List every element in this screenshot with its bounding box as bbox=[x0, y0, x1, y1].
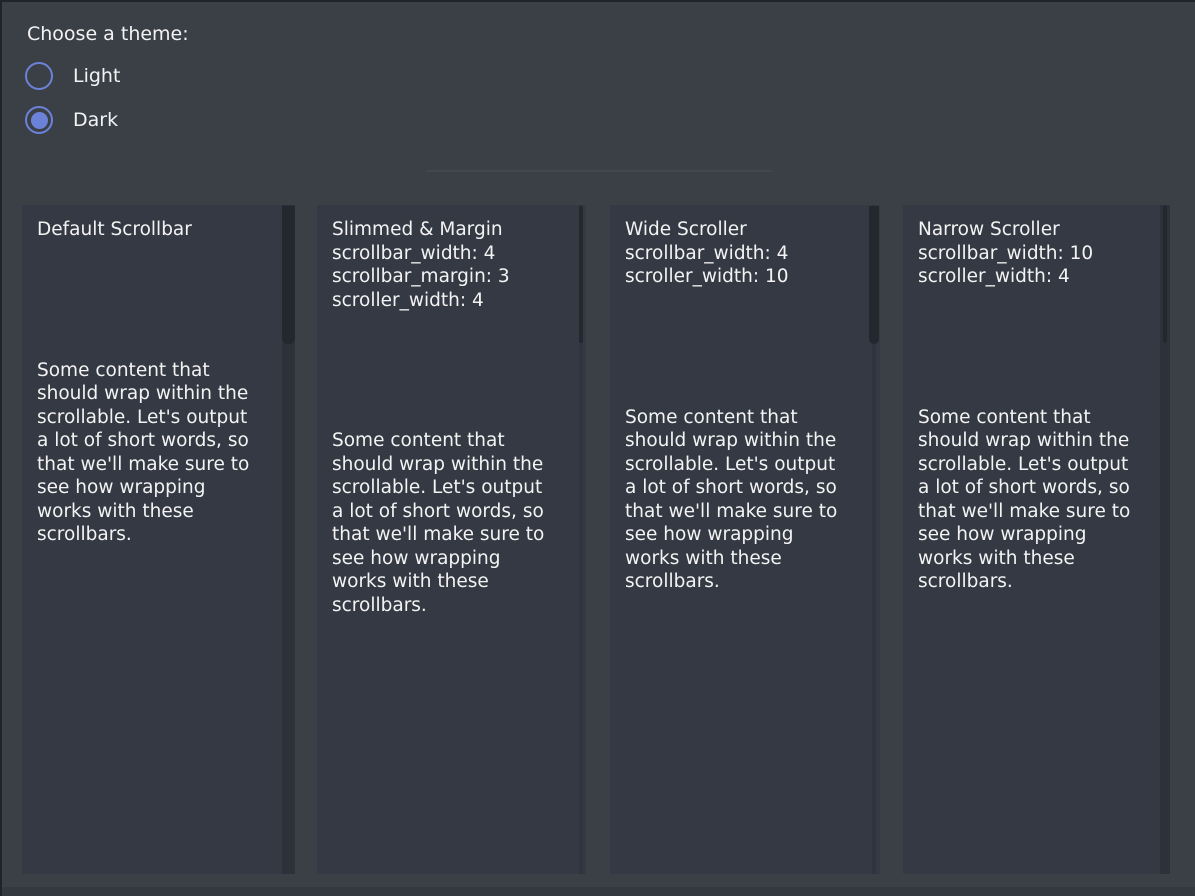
scrollable-panel-wide-scroller[interactable]: Wide Scroller scrollbar_width: 4 scrolle… bbox=[610, 205, 880, 874]
scrollbar-thumb[interactable] bbox=[579, 206, 583, 343]
panel-spacer bbox=[625, 289, 862, 406]
panel-content: Default Scrollbar Some content that shou… bbox=[22, 205, 277, 874]
panel-body-text: Some content that should wrap within the… bbox=[332, 429, 568, 617]
panel-title: Default Scrollbar bbox=[37, 218, 277, 242]
scrollable-panel-narrow-scroller[interactable]: Narrow Scroller scrollbar_width: 10 scro… bbox=[903, 205, 1170, 874]
scrollbar-thumb[interactable] bbox=[869, 206, 879, 344]
panel-spacer bbox=[37, 242, 277, 359]
radio-button-light[interactable] bbox=[25, 62, 53, 90]
radio-button-dark[interactable] bbox=[25, 106, 53, 134]
horizontal-divider bbox=[427, 170, 772, 172]
panel-content: Wide Scroller scrollbar_width: 4 scrolle… bbox=[610, 205, 862, 874]
radio-label-light[interactable]: Light bbox=[73, 65, 120, 87]
radio-option-light[interactable]: Light bbox=[25, 60, 120, 92]
radio-option-dark[interactable]: Dark bbox=[25, 104, 118, 136]
page-horizontal-scrollbar-track[interactable] bbox=[2, 887, 1195, 896]
radio-label-dark[interactable]: Dark bbox=[73, 109, 118, 131]
panel-params: scrollbar_width: 10 scroller_width: 4 bbox=[918, 242, 1152, 289]
panel-body-text: Some content that should wrap within the… bbox=[918, 406, 1152, 594]
scrollable-panel-slimmed-margin[interactable]: Slimmed & Margin scrollbar_width: 4 scro… bbox=[317, 205, 586, 874]
scrollbar-thumb[interactable] bbox=[282, 206, 295, 344]
scrollable-panel-default[interactable]: Default Scrollbar Some content that shou… bbox=[22, 205, 295, 874]
radio-dot-icon bbox=[31, 112, 48, 129]
panel-spacer bbox=[332, 312, 568, 429]
theme-chooser-section: Choose a theme: Light Dark bbox=[0, 0, 1195, 205]
panel-content: Narrow Scroller scrollbar_width: 10 scro… bbox=[903, 205, 1152, 874]
panel-title: Narrow Scroller bbox=[918, 218, 1152, 242]
theme-chooser-label: Choose a theme: bbox=[27, 23, 189, 45]
panel-body-text: Some content that should wrap within the… bbox=[37, 359, 277, 547]
panel-title: Wide Scroller bbox=[625, 218, 862, 242]
panel-body-text: Some content that should wrap within the… bbox=[625, 406, 862, 594]
panel-params: scrollbar_width: 4 scrollbar_margin: 3 s… bbox=[332, 242, 568, 313]
panel-params: scrollbar_width: 4 scroller_width: 10 bbox=[625, 242, 862, 289]
panel-title: Slimmed & Margin bbox=[332, 218, 568, 242]
panel-content: Slimmed & Margin scrollbar_width: 4 scro… bbox=[317, 205, 568, 874]
panel-spacer bbox=[918, 289, 1152, 406]
scrollbar-thumb[interactable] bbox=[1163, 206, 1167, 343]
